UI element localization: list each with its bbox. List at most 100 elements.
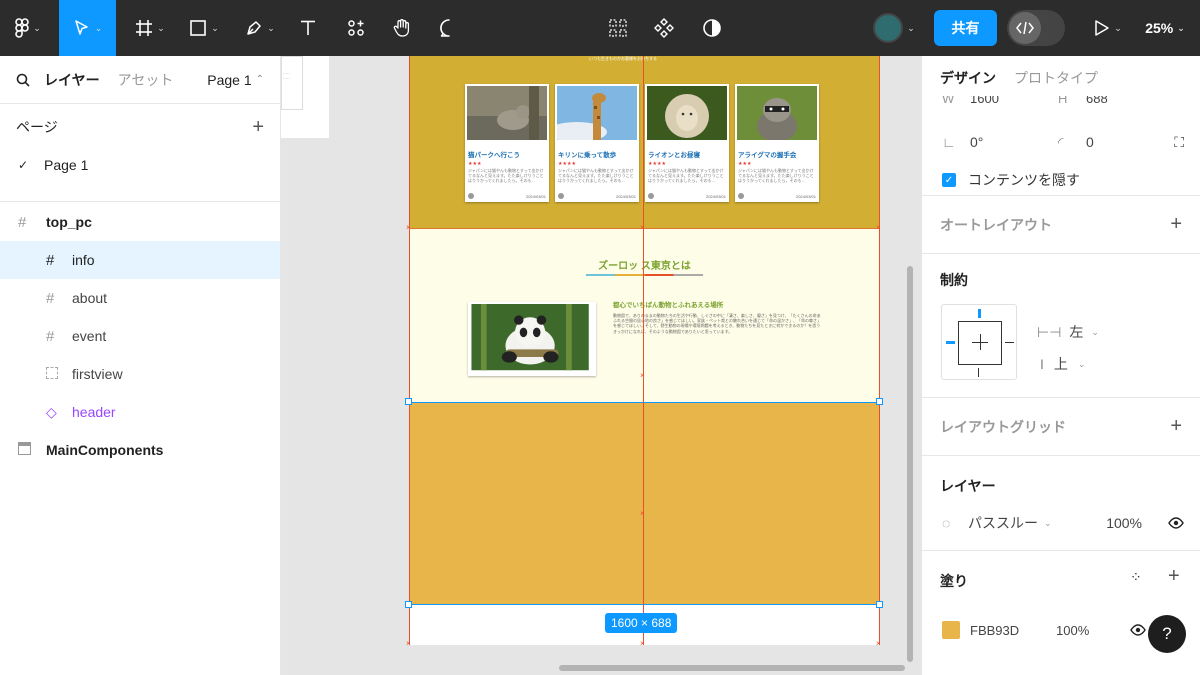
w-value[interactable]: 1600 xyxy=(970,96,1058,110)
guide-marker: × xyxy=(876,639,881,648)
h-value[interactable]: 688 xyxy=(1086,96,1108,110)
grid-guide xyxy=(643,56,644,645)
auto-layout-section: オートレイアウト + xyxy=(922,196,1200,254)
move-tool-button[interactable]: ⌄ xyxy=(59,0,116,56)
layer-item-event[interactable]: # event xyxy=(0,317,280,355)
eye-icon[interactable] xyxy=(1168,517,1184,529)
share-button[interactable]: 共有 xyxy=(934,10,997,46)
layer-item-top-pc[interactable]: # top_pc xyxy=(0,203,280,241)
add-page-icon[interactable]: + xyxy=(252,116,264,139)
fill-opacity[interactable]: 100% xyxy=(1056,623,1089,638)
expand-icon[interactable]: ⛶ xyxy=(1174,134,1184,151)
layer-name: firstview xyxy=(72,366,123,382)
component-grid-button[interactable] xyxy=(602,0,634,56)
event-card[interactable]: キリンに乗って散歩 ★★★★ ジャパンには猫やんも動物とすって出かけてるなんと見… xyxy=(547,84,639,202)
layer-item-about[interactable]: # about xyxy=(0,279,280,317)
layer-opacity[interactable]: 100% xyxy=(1106,515,1142,531)
layer-name: event xyxy=(72,328,107,344)
event-card[interactable]: アライグマの握手会 ★★★ ジャパンには猫やんも動物とすって出かけてるなんと見え… xyxy=(735,84,819,202)
layer-name: MainComponents xyxy=(46,442,164,458)
vertical-scrollbar[interactable] xyxy=(907,266,913,662)
resize-handle[interactable] xyxy=(876,601,883,608)
fill-hex[interactable]: FBB93D xyxy=(970,623,1056,638)
pen-tool-button[interactable]: ⌄ xyxy=(238,0,282,56)
card-text: ジャパンには猫やんも動物とすって出かけてるなんと見えます。たた楽しけりうことはり… xyxy=(558,168,634,183)
layers-panel: レイヤー アセット Page 1 ⌃ ページ + ✓ Page 1 # top_… xyxy=(0,56,281,675)
chevron-up-icon: ⌃ xyxy=(255,74,264,85)
blend-row: ◌ パススルー ⌄ 100% xyxy=(942,504,1184,542)
vertical-constraint[interactable]: I 上 ⌄ xyxy=(1040,352,1085,376)
frame-icon: # xyxy=(46,251,55,269)
blend-mode-select[interactable]: パススルー xyxy=(968,513,1038,533)
layer-name: info xyxy=(72,252,95,268)
layer-item-info[interactable]: # info xyxy=(0,241,280,279)
frame-icon: # xyxy=(46,327,55,345)
search-icon[interactable] xyxy=(16,73,30,87)
horizontal-constraint-icon: ⊢⊣ xyxy=(1037,323,1062,340)
event-card[interactable]: ライオンとお昼寝 ★★★★ ジャパンには猫やんも動物とすって出かけてるなんと見え… xyxy=(645,84,729,202)
frame-tool-button[interactable]: ⌄ xyxy=(128,0,172,56)
chevron-down-icon: ⌄ xyxy=(1044,517,1052,528)
hand-tool-button[interactable] xyxy=(386,0,418,56)
main-menu-button[interactable]: ⌄ xyxy=(6,0,50,56)
eye-icon[interactable] xyxy=(1130,624,1146,636)
dev-mode-icon xyxy=(1016,21,1034,35)
clip-content-checkbox[interactable]: ✓ xyxy=(942,173,956,187)
tab-layers[interactable]: レイヤー xyxy=(44,70,100,90)
fill-swatch[interactable] xyxy=(942,621,960,639)
text-icon xyxy=(301,20,315,35)
radius-value[interactable]: 0 xyxy=(1086,134,1094,150)
contrast-button[interactable] xyxy=(696,0,728,56)
page-item[interactable]: ✓ Page 1 xyxy=(0,150,280,180)
right-panel-tabs: デザイン プロトタイプ xyxy=(922,56,1200,100)
page-selector[interactable]: Page 1 ⌃ xyxy=(207,72,264,88)
create-component-button[interactable] xyxy=(648,0,680,56)
info-frame[interactable] xyxy=(409,402,880,605)
zoom-control[interactable]: 25% ⌄ xyxy=(1136,0,1194,56)
author-avatar xyxy=(738,193,744,199)
resize-handle[interactable] xyxy=(876,398,883,405)
move-icon xyxy=(74,20,88,35)
horizontal-scrollbar[interactable] xyxy=(559,665,905,671)
resize-handle[interactable] xyxy=(405,601,412,608)
about-subheading: 都心でいちばん動物とふれあえる場所 xyxy=(613,302,724,309)
help-button[interactable]: ? xyxy=(1148,615,1186,653)
user-menu[interactable]: ⌄ xyxy=(866,0,922,56)
tab-assets[interactable]: アセット xyxy=(118,70,174,90)
guide-marker: × xyxy=(640,223,645,232)
vertical-constraint-value: 上 xyxy=(1053,356,1068,372)
corner-radius-icon: ◜ xyxy=(1058,133,1064,150)
dev-mode-toggle[interactable] xyxy=(1007,10,1065,46)
event-card[interactable]: 猫パークへ行こう ★★★ ジャパンには猫やんも動物とすって出かけてるなんと見えま… xyxy=(465,84,549,202)
horizontal-constraint[interactable]: ⊢⊣ 左 ⌄ xyxy=(1037,320,1099,344)
grid-guide xyxy=(409,56,410,645)
avatar[interactable] xyxy=(873,13,904,43)
present-button[interactable]: ⌄ xyxy=(1086,0,1130,56)
layer-item-firstview[interactable]: firstview xyxy=(0,355,280,393)
design-canvas[interactable]: ····· ····· いつも生きものかお客様をお持ちする 猫パークへ行こう ★★… xyxy=(281,56,921,675)
resources-button[interactable] xyxy=(340,0,372,56)
styles-icon[interactable]: ⁘ xyxy=(1130,569,1142,586)
resize-handle[interactable] xyxy=(405,398,412,405)
rotation-value[interactable]: 0° xyxy=(970,134,1058,150)
add-layout-grid-icon[interactable]: + xyxy=(1170,415,1182,438)
event-section[interactable]: いつも生きものかお客様をお持ちする 猫パークへ行こう ★★★ ジャパンには猫やん… xyxy=(409,56,880,229)
card-date: 2024/03/01 xyxy=(525,193,546,199)
layer-list: # top_pc # info # about # event firstvie… xyxy=(0,202,280,469)
layer-item-header[interactable]: ◇ header xyxy=(0,393,280,431)
constraints-widget[interactable] xyxy=(941,304,1017,380)
comment-tool-button[interactable] xyxy=(433,0,465,56)
chevron-down-icon: ⌄ xyxy=(211,22,219,33)
tab-design[interactable]: デザイン xyxy=(940,68,996,88)
toolbar: ⌄ ⌄ ⌄ ⌄ ⌄ ⌄ 共有 ⌄ 25% ⌄ xyxy=(0,0,1200,56)
chevron-down-icon: ⌄ xyxy=(1114,22,1122,33)
add-auto-layout-icon[interactable]: + xyxy=(1170,213,1182,236)
clip-content-row[interactable]: ✓ コンテンツを隠す xyxy=(942,161,1080,199)
add-fill-icon[interactable]: + xyxy=(1168,565,1180,588)
text-tool-button[interactable] xyxy=(292,0,324,56)
properties-panel: デザイン プロトタイプ W 1600 H 688 ∟ 0° ◜ 0 ⛶ ✓ コン… xyxy=(921,56,1200,675)
shape-tool-button[interactable]: ⌄ xyxy=(182,0,226,56)
size-row: W 1600 H 688 xyxy=(942,96,1184,110)
layer-item-maincomponents[interactable]: MainComponents xyxy=(0,431,280,469)
tab-prototype[interactable]: プロトタイプ xyxy=(1014,68,1098,88)
